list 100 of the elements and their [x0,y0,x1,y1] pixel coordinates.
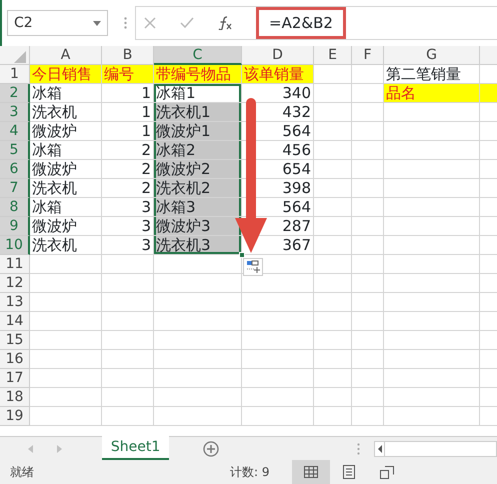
table-cell: 品名 [384,84,480,103]
table-cell: 微波炉 [30,122,102,141]
function-icon[interactable] [218,16,232,30]
table-cell [102,274,154,293]
table-cell [314,103,352,122]
table-cell [242,369,314,388]
table-cell [352,388,384,407]
status-text: 就绪 [10,464,34,481]
table-cell: 微波炉3 [154,217,242,236]
table-cell [102,369,154,388]
row-header[interactable]: 6 [0,160,30,179]
table-cell: 洗衣机2 [154,179,242,198]
table-cell: 洗衣机3 [154,236,242,255]
table-cell [102,255,154,274]
table-cell [352,198,384,217]
table-cell [314,350,352,369]
row-header[interactable]: 11 [0,255,30,274]
table-cell [352,407,384,426]
table-cell: 带编号物品 [154,65,242,84]
table-cell: 冰箱 [30,198,102,217]
row-header[interactable]: 3 [0,103,30,122]
row-header[interactable]: 17 [0,369,30,388]
table-cell [352,141,384,160]
row-header[interactable]: 8 [0,198,30,217]
table-cell [314,331,352,350]
table-cell [314,65,352,84]
column-header[interactable]: F [352,46,384,65]
row-header[interactable]: 16 [0,350,30,369]
table-cell [102,407,154,426]
column-header[interactable]: A [30,46,102,65]
column-header[interactable]: D [242,46,314,65]
table-cell [314,388,352,407]
table-cell: 冰箱1 [154,84,242,103]
table-cell [102,350,154,369]
table-cell: 冰箱 [30,141,102,160]
table-cell: 微波炉 [30,217,102,236]
row-header[interactable]: 7 [0,179,30,198]
name-box[interactable]: C2 [7,10,108,36]
fill-handle[interactable] [239,252,245,258]
grip-icon [124,17,127,29]
table-cell [102,388,154,407]
row-header[interactable]: 10 [0,236,30,255]
row-header[interactable]: 14 [0,312,30,331]
table-cell [30,388,102,407]
formula-field[interactable]: =A2&B2 [256,6,346,40]
row-header[interactable]: 2 [0,84,30,103]
table-cell [314,255,352,274]
check-icon[interactable] [180,17,194,29]
row-header[interactable]: 5 [0,141,30,160]
table-cell [102,293,154,312]
row-header[interactable]: 19 [0,407,30,426]
grip-icon [357,442,360,454]
add-sheet-icon[interactable] [203,440,220,456]
row-header[interactable]: 18 [0,388,30,407]
table-cell: 编号 [102,65,154,84]
table-cell [314,141,352,160]
table-cell [30,331,102,350]
table-cell [352,350,384,369]
table-cell [102,312,154,331]
table-cell [352,312,384,331]
table-cell: 洗衣机1 [154,103,242,122]
row-header[interactable]: 12 [0,274,30,293]
table-cell [352,65,384,84]
table-cell [102,331,154,350]
table-cell [352,369,384,388]
table-cell [352,331,384,350]
table-cell [314,217,352,236]
row-header[interactable]: 13 [0,293,30,312]
sheet-tab[interactable]: Sheet1 [102,436,170,460]
normal-view-icon[interactable] [292,460,330,484]
column-header[interactable]: E [314,46,352,65]
table-cell [314,293,352,312]
column-header[interactable]: C [154,46,242,65]
column-header[interactable]: B [102,46,154,65]
horizontal-scrollbar[interactable] [374,440,497,456]
table-cell [352,236,384,255]
table-cell [352,122,384,141]
column-header[interactable]: G [384,46,480,65]
table-cell: 冰箱3 [154,198,242,217]
table-cell [352,255,384,274]
table-cell: 该单销量 [242,65,314,84]
dropdown-icon[interactable] [93,20,101,26]
table-cell: 洗衣机 [30,179,102,198]
paste-options-icon[interactable] [243,258,263,276]
table-cell [352,274,384,293]
table-cell [30,369,102,388]
table-cell [242,331,314,350]
row-header[interactable]: 9 [0,217,30,236]
table-cell: 今日销售 [30,65,102,84]
row-header[interactable]: 15 [0,331,30,350]
table-cell [352,217,384,236]
table-cell [242,350,314,369]
table-cell [30,312,102,331]
count-text: 计数: 9 [230,464,270,481]
table-cell: 冰箱 [30,84,102,103]
table-cell [314,407,352,426]
row-header[interactable]: 1 [0,65,30,84]
table-cell [30,407,102,426]
row-header[interactable]: 4 [0,122,30,141]
table-cell: 洗衣机 [30,103,102,122]
